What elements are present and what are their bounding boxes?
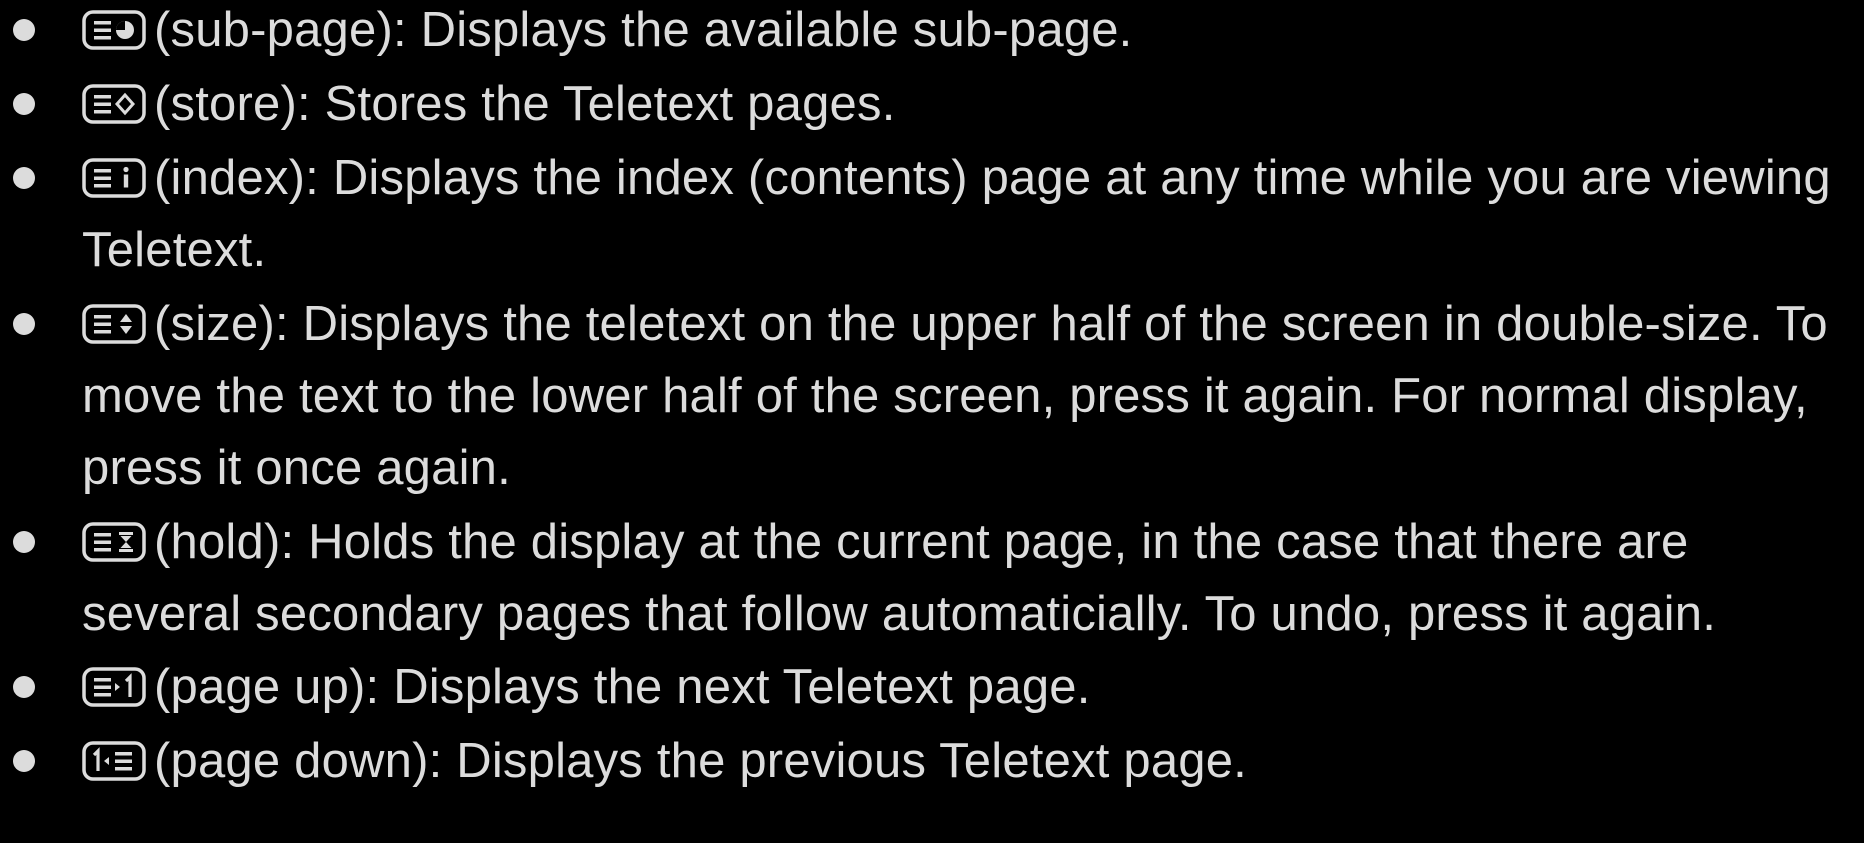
button-description: Displays the available sub-page. [420,3,1133,57]
list-item: (store): Stores the Teletext pages. [0,68,1864,140]
button-name: (index): [154,151,319,205]
button-description: Stores the Teletext pages. [324,77,896,131]
list-item: (sub-page): Displays the available sub-p… [0,0,1864,66]
bullet-point [13,167,35,189]
bullet-point [13,313,35,335]
button-name: (size): [154,297,289,351]
bullet-point [13,19,35,41]
teletext-size-icon [82,302,146,346]
list-item: (index): Displays the index (contents) p… [0,142,1864,286]
button-name: (page down): [154,734,443,788]
button-description: Displays the index (contents) page at an… [82,151,1831,277]
teletext-button-list: (sub-page): Displays the available sub-p… [0,0,1864,792]
button-name: (sub-page): [154,3,407,57]
list-item: (page up): Displays the next Teletext pa… [0,651,1864,723]
list-item: (page down): Displays the previous Telet… [0,725,1864,797]
teletext-page-up-icon [82,665,146,709]
bullet-point [13,93,35,115]
teletext-subpage-icon [82,8,146,52]
button-description: Displays the next Teletext page. [393,660,1091,714]
button-name: (store): [154,77,311,131]
button-description: Displays the teletext on the upper half … [82,297,1828,495]
teletext-hold-icon [82,520,146,564]
bullet-point [13,750,35,772]
button-description: Holds the display at the current page, i… [82,515,1717,641]
teletext-store-icon [82,82,146,126]
list-item: (hold): Holds the display at the current… [0,506,1864,650]
button-name: (hold): [154,515,295,569]
bullet-point [13,676,35,698]
teletext-page-down-icon [82,739,146,783]
teletext-index-icon [82,156,146,200]
list-item: (size): Displays the teletext on the upp… [0,288,1864,504]
button-name: (page up): [154,660,380,714]
button-description: Displays the previous Teletext page. [456,734,1247,788]
bullet-point [13,531,35,553]
